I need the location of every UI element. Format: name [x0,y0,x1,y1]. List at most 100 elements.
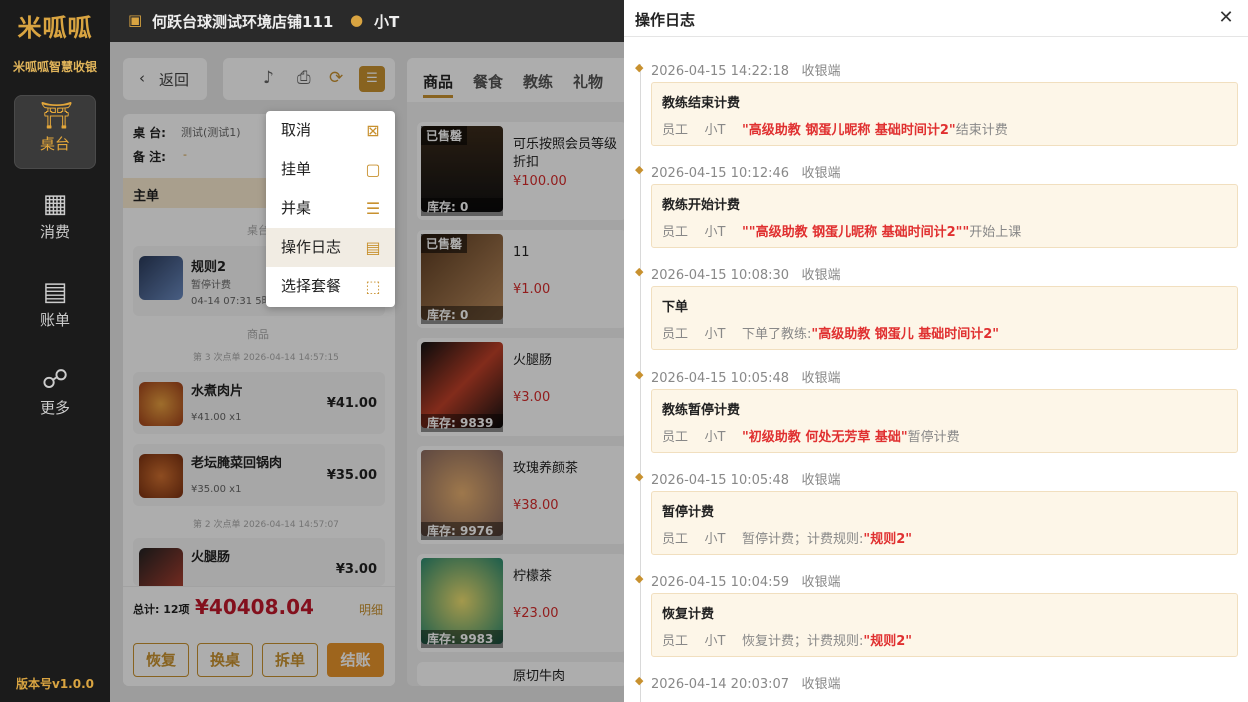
product-card[interactable]: 已售罄 库存: 0 可乐按照会员等级折扣 ¥100.00 [417,122,627,220]
product-price: ¥38.00 [513,498,559,513]
rule-name: 规则2 [191,260,227,275]
log-title: 教练开始计费 [662,198,741,213]
bell-icon[interactable]: ♪ [263,68,274,88]
tag-icon: ◆ [635,368,644,381]
list-item[interactable]: 老坛腌菜回锅肉 ¥35.00 x1 ¥35.00 [133,444,385,506]
brand-name: 米呱呱智慧收银 [12,60,97,74]
product-name: 11 [513,245,530,260]
menu-item-hold[interactable]: 挂单 ▢ [266,150,395,189]
product-price: ¥23.00 [513,606,559,621]
operation-log-panel: 操作日志 ✕ ◆ 2026-04-15 14:22:18 收银端 教练结束计费 … [624,0,1248,702]
tab-gift[interactable]: 礼物 [573,71,603,92]
nav-label: 账单 [39,311,70,329]
back-button[interactable]: ‹ 返回 [123,58,207,100]
product-card[interactable]: 库存: 9976 玫瑰养颜茶 ¥38.00 [417,446,627,544]
log-desc: 员工 小T 恢复计费；计费规则:"规则2" [662,634,913,649]
menu-list-icon[interactable]: ☰ [359,66,385,92]
nav-label: 更多 [39,399,70,417]
menu-label: 操作日志 [281,238,342,256]
product-card[interactable]: 已售罄 库存: 0 11 ¥1.00 [417,230,627,328]
log-desc: 员工 小T "初级助教 何处无芳草 基础"暂停计费 [662,430,960,445]
more-actions-menu: 取消 ⊠ 挂单 ▢ 并桌 ☰ 操作日志 ▤ 选择套餐 ⬚ [266,111,395,307]
product-name: 原切牛肉 [513,669,566,684]
product-price: ¥100.00 [513,174,567,189]
log-entry: ◆ 2026-04-15 10:05:48 收银端 教练暂停计费 员工 小T "… [624,369,1248,476]
refresh-icon[interactable]: ⟳ [329,68,343,88]
product-panel: 商品 餐食 教练 礼物 已售罄 库存: 0 可乐按照会员等级折扣 ¥100.00… [407,58,637,686]
table-icon: ⛩ [40,101,74,131]
chevron-left-icon: ‹ [139,69,145,87]
nav-item-consume[interactable]: ▦ 消费 [14,183,96,257]
sold-out-badge: 已售罄 [421,234,468,253]
resume-button[interactable]: 恢复 [133,643,189,677]
stock-label: 库存: 9983 [421,630,503,648]
log-time: 2026-04-14 20:03:07 收银端 [651,677,841,692]
product-card[interactable]: 原切牛肉 [417,662,627,686]
version-label: 版本号v1.0.0 [16,677,94,691]
product-name: 火腿肠 [513,353,553,368]
grid-icon: ▦ [42,189,68,219]
log-time: 2026-04-15 14:22:18 收银端 [651,64,841,79]
stock-label: 库存: 9976 [421,522,503,540]
note-value[interactable]: - [183,148,187,161]
product-card[interactable]: 库存: 9983 柠檬茶 ¥23.00 [417,554,627,652]
tab-coach[interactable]: 教练 [523,71,553,92]
log-time: 2026-04-15 10:08:30 收银端 [651,268,841,283]
menu-label: 取消 [281,121,312,139]
user-name: 小T [374,13,400,31]
stock-label: 库存: 9839 [421,414,503,432]
note-label: 备 注: [133,150,166,164]
total-value: ¥40408.04 [195,595,314,619]
checkout-button[interactable]: 结账 [327,643,384,677]
table-value: 测试(测试1) [181,126,241,139]
dish-thumbnail [139,382,183,426]
log-entry: ◆ 2026-04-15 10:05:48 收银端 暂停计费 员工 小T 暂停计… [624,471,1248,578]
printer-icon[interactable]: ⎙ [297,68,311,88]
log-title: 教练暂停计费 [662,403,741,418]
menu-item-log[interactable]: 操作日志 ▤ [266,228,395,267]
store-icon: ▣ [128,11,143,29]
dish-name: 水煮肉片 [191,384,244,399]
tab-goods[interactable]: 商品 [423,71,454,98]
bill-icon: ▤ [42,277,68,307]
log-title: 下单 [662,300,689,315]
product-name: 柠檬茶 [513,569,553,584]
log-icon: ▤ [365,238,381,257]
list-item[interactable]: 水煮肉片 ¥41.00 x1 ¥41.00 [133,372,385,434]
app-logo: 米呱呱 [17,14,93,42]
detail-link[interactable]: 明细 [359,601,383,618]
log-title: 暂停计费 [662,505,715,520]
menu-item-package[interactable]: 选择套餐 ⬚ [266,267,395,306]
log-title: 恢复计费 [662,607,715,622]
log-entry: ◆ 2026-04-15 10:04:59 收银端 恢复计费 员工 小T 恢复计… [624,573,1248,680]
dish-sub: ¥41.00 x1 [191,412,242,423]
tab-meal[interactable]: 餐食 [473,71,503,92]
log-desc: 员工 小T ""高级助教 钢蛋儿昵称 基础时间计2""开始上课 [662,225,1022,240]
product-price: ¥1.00 [513,282,551,297]
log-title: 教练结束计费 [662,96,741,111]
nav-item-table[interactable]: ⛩ 桌台 [14,95,96,169]
list-item[interactable]: 火腿肠 ¥3.00 [133,538,385,592]
nav-item-bill[interactable]: ▤ 账单 [14,271,96,345]
product-card[interactable]: 库存: 9839 火腿肠 ¥3.00 [417,338,627,436]
batch-2: 第 2 次点单 2026-04-14 14:57:07 [193,520,339,530]
total-label: 总计: 12项 [133,603,190,616]
toolbar: ♪ ⎙ ⟳ ☰ [223,58,395,100]
menu-item-cancel[interactable]: 取消 ⊠ [266,111,395,150]
dish-name: 老坛腌菜回锅肉 [191,456,283,471]
divider [624,36,1248,37]
close-icon[interactable]: ✕ [1216,8,1236,28]
dish-thumbnail [139,454,183,498]
product-name: 可乐按照会员等级折扣 [513,137,618,170]
table-label: 桌 台: [133,126,166,140]
change-table-button[interactable]: 换桌 [197,643,253,677]
sold-out-badge: 已售罄 [421,126,468,145]
menu-label: 挂单 [281,160,312,178]
menu-item-merge[interactable]: 并桌 ☰ [266,189,395,228]
log-card: 教练结束计费 员工 小T "高级助教 钢蛋儿昵称 基础时间计2"结束计费 [651,82,1238,146]
back-label: 返回 [159,71,190,89]
nav-item-more[interactable]: ☍ 更多 [14,359,96,433]
menu-label: 选择套餐 [281,277,342,295]
split-bill-button[interactable]: 拆单 [262,643,318,677]
log-time: 2026-04-15 10:05:48 收银端 [651,473,841,488]
